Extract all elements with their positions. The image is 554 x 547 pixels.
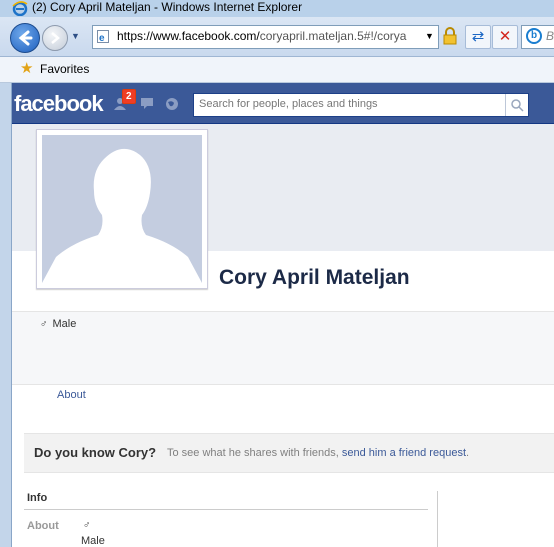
svg-text:e: e xyxy=(99,33,105,43)
back-button[interactable] xyxy=(10,23,40,53)
info-section-title: Info xyxy=(27,492,48,504)
page-icon: e xyxy=(97,30,109,43)
arrow-right-icon xyxy=(51,32,60,44)
arrow-left-icon xyxy=(18,30,33,46)
search-icon[interactable] xyxy=(505,94,528,116)
profile-picture[interactable] xyxy=(36,129,208,289)
window-title-bar: (2) Cory April Mateljan - Windows Intern… xyxy=(0,0,554,17)
url-domain: https://www.facebook.com/ xyxy=(117,29,260,43)
compatibility-refresh-button[interactable]: ⇄ xyxy=(465,25,491,49)
window-title: (2) Cory April Mateljan - Windows Intern… xyxy=(32,0,303,14)
info-gender-value: Male xyxy=(81,535,105,547)
globe-icon[interactable] xyxy=(165,97,180,110)
address-bar[interactable]: e https://www.facebook.com/coryapril.mat… xyxy=(92,25,439,49)
search-provider-text: B xyxy=(546,29,554,43)
facebook-header: facebook 2 Search for people, places and… xyxy=(12,83,554,124)
lock-icon[interactable] xyxy=(440,26,460,46)
know-text-after: . xyxy=(466,447,470,459)
gender-summary: ♂ Male xyxy=(40,318,76,330)
forward-button[interactable] xyxy=(42,25,68,51)
profile-name[interactable]: Cory April Mateljan xyxy=(219,266,410,290)
star-icon: ★ xyxy=(20,60,34,77)
search-placeholder: Search for people, places and things xyxy=(199,98,378,110)
divider xyxy=(12,384,554,385)
address-dropdown-icon[interactable]: ▼ xyxy=(425,31,434,41)
recent-pages-dropdown[interactable]: ▼ xyxy=(71,31,80,41)
friend-request-prompt: Do you know Cory? To see what he shares … xyxy=(24,433,554,473)
internet-explorer-icon xyxy=(12,1,28,16)
url-text: https://www.facebook.com/coryapril.matel… xyxy=(117,29,406,43)
navigation-bar: ▼ e https://www.facebook.com/coryapril.m… xyxy=(0,17,554,57)
column-divider xyxy=(437,491,438,547)
know-question: Do you know Cory? xyxy=(34,445,157,460)
favorites-button[interactable]: Favorites xyxy=(40,62,89,76)
refresh-icon: ⇄ xyxy=(471,28,485,45)
info-about-label: About xyxy=(27,520,59,532)
default-avatar-silhouette-icon xyxy=(42,148,202,283)
bing-icon: b xyxy=(526,28,542,44)
know-text-before: To see what he shares with friends, xyxy=(167,447,342,459)
avatar xyxy=(42,135,202,283)
profile-details-panel xyxy=(12,312,554,384)
close-icon: ✕ xyxy=(498,28,512,45)
messages-icon[interactable] xyxy=(140,97,155,110)
search-provider-box[interactable]: b B xyxy=(521,25,554,49)
favorites-bar: ★ Favorites xyxy=(0,57,554,83)
info-divider xyxy=(24,509,428,510)
url-path: coryapril.mateljan.5#!/corya xyxy=(259,29,407,43)
info-male-symbol-icon: ♂ xyxy=(83,520,91,531)
notification-badge: 2 xyxy=(122,89,136,104)
know-text: To see what he shares with friends, send… xyxy=(167,447,469,459)
facebook-search-input[interactable]: Search for people, places and things xyxy=(193,93,529,117)
facebook-logo[interactable]: facebook xyxy=(14,91,104,117)
stop-button[interactable]: ✕ xyxy=(492,25,518,49)
gender-text: Male xyxy=(52,318,77,330)
about-tab-link[interactable]: About xyxy=(57,389,86,401)
send-friend-request-link[interactable]: send him a friend request xyxy=(342,447,466,459)
window-frame-left xyxy=(0,83,12,547)
male-symbol-icon: ♂ xyxy=(40,319,48,330)
